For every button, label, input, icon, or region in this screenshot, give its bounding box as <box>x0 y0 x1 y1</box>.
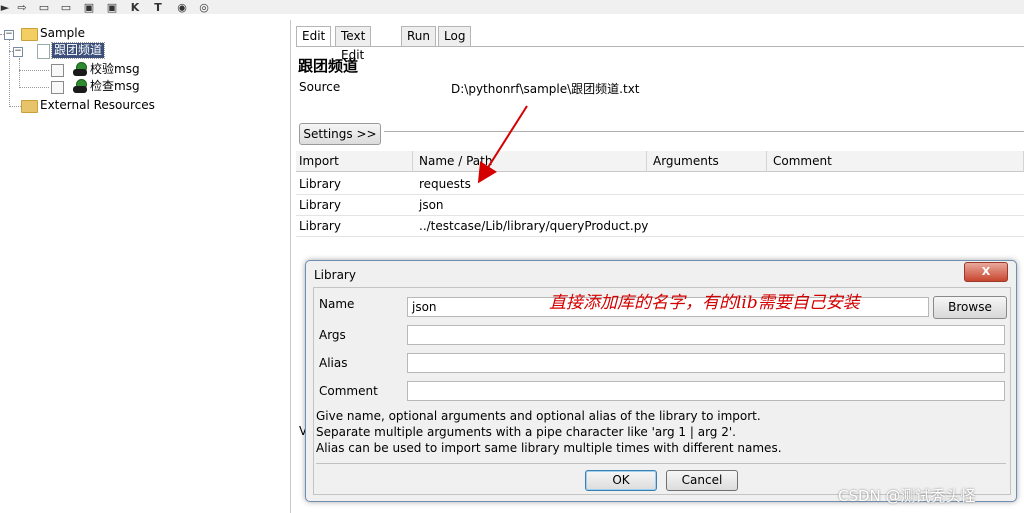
args-field[interactable] <box>407 325 1005 345</box>
dialog-body: Name json Browse Args Alias Comment Give… <box>313 287 1011 495</box>
comment-field[interactable] <box>407 381 1005 401</box>
ok-button[interactable]: OK <box>585 470 657 491</box>
alias-field[interactable] <box>407 353 1005 373</box>
annotation-arrow <box>477 105 528 184</box>
cancel-button[interactable]: Cancel <box>666 470 738 491</box>
annotation-text: 直接添加库的名字，有的lib需要自己安装 <box>549 293 860 313</box>
dialog-title: Library <box>314 268 356 282</box>
browse-button[interactable]: Browse <box>933 296 1007 319</box>
args-label: Args <box>319 328 346 342</box>
alias-label: Alias <box>319 356 348 370</box>
help-text: Give name, optional arguments and option… <box>316 409 761 423</box>
help-text: Separate multiple arguments with a pipe … <box>316 425 736 439</box>
close-icon[interactable]: X <box>964 262 1008 282</box>
help-text: Alias can be used to import same library… <box>316 441 782 455</box>
comment-label: Comment <box>319 384 378 398</box>
watermark: CSDN @测试秃头怪 <box>838 487 976 505</box>
divider <box>316 463 1006 464</box>
name-label: Name <box>319 297 355 311</box>
